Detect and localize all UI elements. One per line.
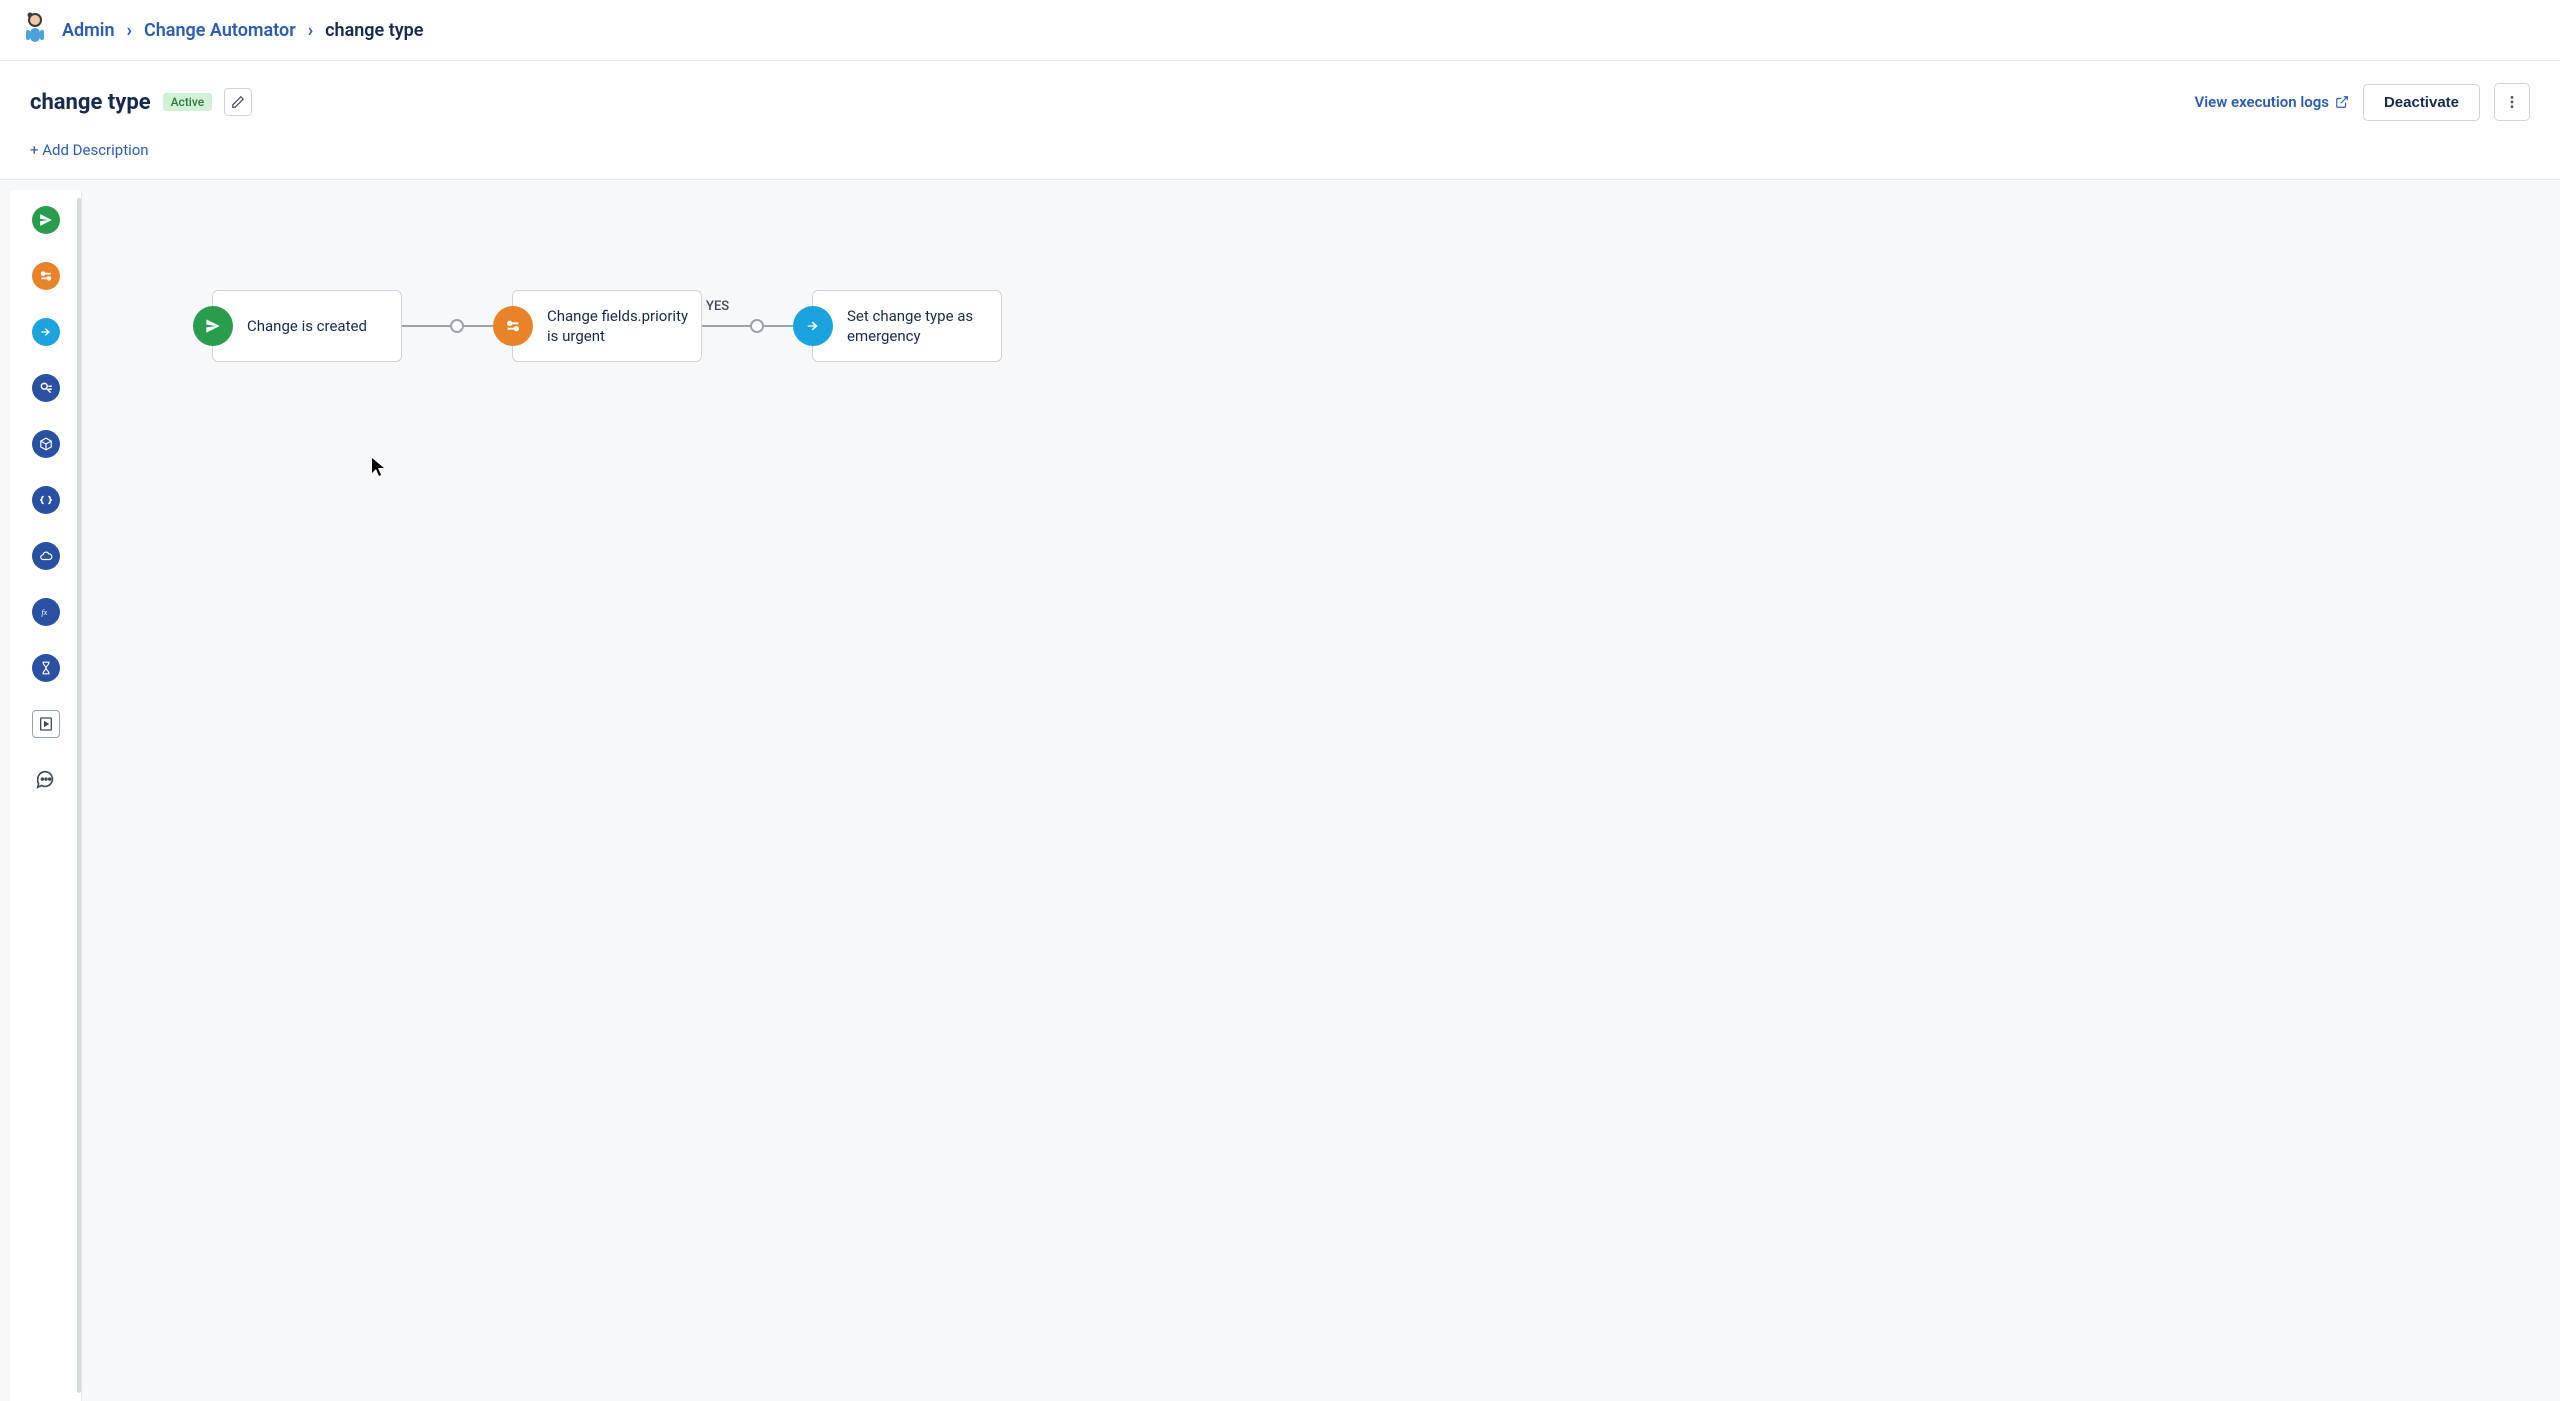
svg-text:fx: fx bbox=[41, 608, 47, 617]
node-label: Change is created bbox=[247, 316, 367, 336]
cursor-icon bbox=[372, 458, 386, 480]
edit-title-button[interactable] bbox=[224, 88, 252, 116]
workspace: fx Change is created bbox=[0, 180, 2560, 1401]
event-trigger-icon bbox=[193, 306, 233, 346]
breadcrumb-admin[interactable]: Admin bbox=[62, 20, 115, 41]
reader-icon[interactable] bbox=[32, 374, 60, 402]
app-avatar bbox=[18, 10, 52, 50]
function-icon[interactable]: fx bbox=[32, 598, 60, 626]
cloud-icon[interactable] bbox=[32, 542, 60, 570]
more-actions-button[interactable] bbox=[2494, 83, 2530, 121]
pencil-icon bbox=[231, 95, 245, 109]
breadcrumb-change-automator[interactable]: Change Automator bbox=[144, 20, 296, 41]
add-description-link[interactable]: + Add Description bbox=[30, 141, 2530, 159]
status-badge: Active bbox=[163, 93, 213, 111]
external-link-icon bbox=[2335, 95, 2349, 109]
chat-icon[interactable] bbox=[32, 766, 60, 794]
chevron-right-icon: › bbox=[127, 20, 132, 41]
playbook-icon[interactable] bbox=[32, 710, 60, 738]
more-vertical-icon bbox=[2504, 94, 2520, 110]
header-actions: View execution logs Deactivate bbox=[2195, 83, 2531, 121]
condition-icon[interactable] bbox=[32, 262, 60, 290]
condition-icon bbox=[493, 306, 533, 346]
workflow-node-condition[interactable]: Change fields.priority is urgent bbox=[512, 290, 702, 362]
action-icon[interactable] bbox=[32, 318, 60, 346]
view-logs-label: View execution logs bbox=[2195, 93, 2329, 111]
connector-dot[interactable] bbox=[450, 319, 464, 333]
page-title: change type bbox=[30, 90, 151, 115]
chevron-right-icon: › bbox=[308, 20, 313, 41]
node-label: Set change type as emergency bbox=[847, 306, 989, 347]
deactivate-button[interactable]: Deactivate bbox=[2363, 84, 2480, 121]
event-trigger-icon[interactable] bbox=[32, 206, 60, 234]
connector-dot[interactable] bbox=[750, 319, 764, 333]
timer-icon[interactable] bbox=[32, 654, 60, 682]
workflow-node-action[interactable]: Set change type as emergency bbox=[812, 290, 1002, 362]
breadcrumb: Admin › Change Automator › change type bbox=[62, 20, 424, 41]
top-bar: Admin › Change Automator › change type bbox=[0, 0, 2560, 61]
action-icon bbox=[793, 306, 833, 346]
workflow-flow: Change is created Change fields.priority… bbox=[212, 290, 1002, 362]
connector-label: YES bbox=[706, 299, 729, 314]
node-label: Change fields.priority is urgent bbox=[547, 306, 689, 347]
breadcrumb-current: change type bbox=[325, 20, 423, 41]
page-header: change type Active View execution logs D… bbox=[0, 61, 2560, 180]
cube-icon[interactable] bbox=[32, 430, 60, 458]
workflow-node-trigger[interactable]: Change is created bbox=[212, 290, 402, 362]
node-palette: fx bbox=[10, 190, 82, 1401]
title-group: change type Active bbox=[30, 88, 252, 116]
code-icon[interactable] bbox=[32, 486, 60, 514]
view-execution-logs-link[interactable]: View execution logs bbox=[2195, 93, 2349, 111]
workflow-canvas[interactable]: Change is created Change fields.priority… bbox=[82, 180, 2560, 1401]
